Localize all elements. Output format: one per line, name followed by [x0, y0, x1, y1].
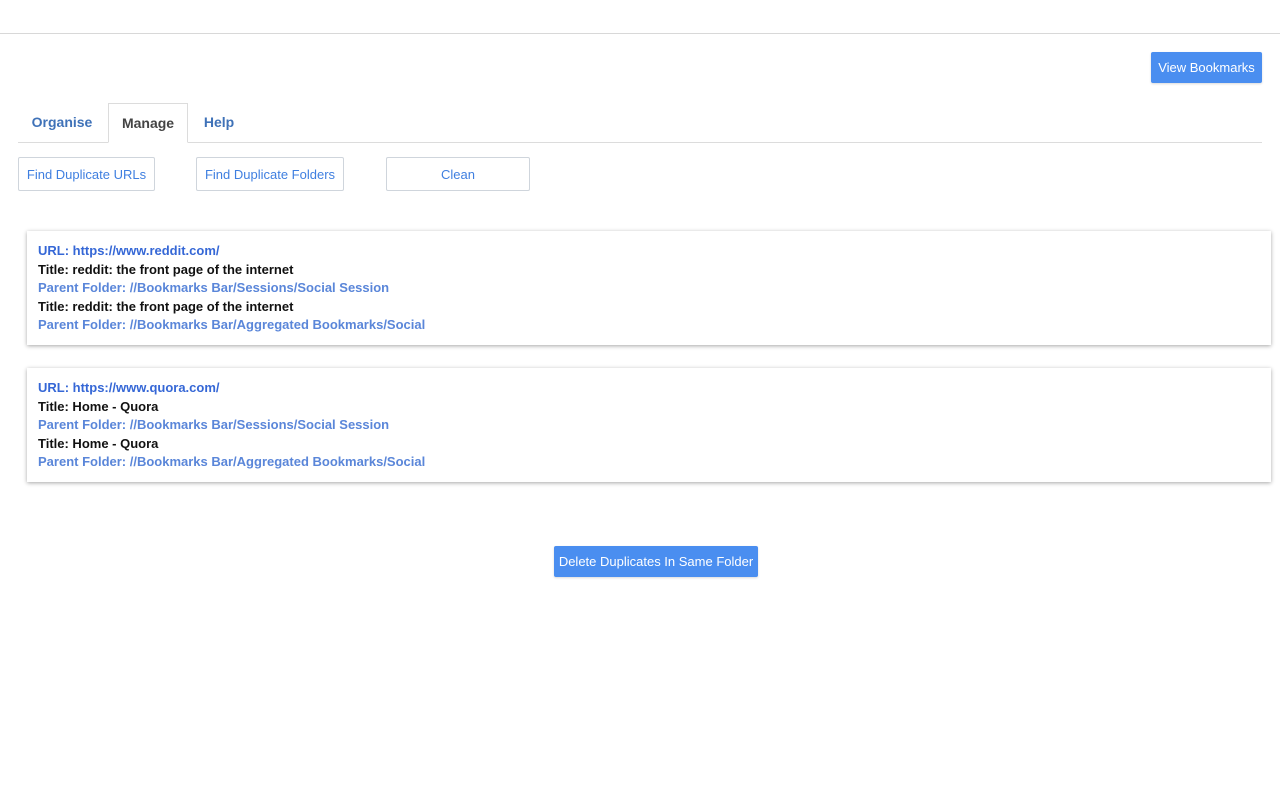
bookmark-title: Title: reddit: the front page of the int…: [38, 261, 294, 277]
tab-bar: Organise Manage Help: [18, 103, 1262, 143]
view-bookmarks-button[interactable]: View Bookmarks: [1151, 52, 1262, 83]
tab-manage[interactable]: Manage: [108, 103, 188, 143]
duplicate-card: URL: https://www.reddit.com/ Title: redd…: [27, 231, 1271, 345]
bookmark-title: Title: Home - Quora: [38, 435, 159, 451]
bookmark-title: Title: reddit: the front page of the int…: [38, 298, 294, 314]
find-duplicate-folders-button[interactable]: Find Duplicate Folders: [196, 157, 344, 191]
find-duplicate-urls-button[interactable]: Find Duplicate URLs: [18, 157, 155, 191]
top-divider: [0, 33, 1280, 34]
parent-folder: Parent Folder: //Bookmarks Bar/Sessions/…: [38, 280, 390, 296]
parent-folder: Parent Folder: //Bookmarks Bar/Sessions/…: [38, 417, 390, 433]
duplicate-url: URL: https://www.reddit.com/: [38, 243, 220, 258]
duplicate-card: URL: https://www.quora.com/ Title: Home …: [27, 368, 1271, 482]
parent-folder: Parent Folder: //Bookmarks Bar/Aggregate…: [38, 454, 426, 470]
clean-button[interactable]: Clean: [386, 157, 530, 191]
parent-folder: Parent Folder: //Bookmarks Bar/Aggregate…: [38, 317, 426, 333]
tab-help[interactable]: Help: [190, 103, 248, 142]
delete-duplicates-button[interactable]: Delete Duplicates In Same Folder: [554, 546, 758, 577]
bookmark-title: Title: Home - Quora: [38, 398, 159, 414]
duplicate-url: URL: https://www.quora.com/: [38, 380, 220, 395]
tab-organise[interactable]: Organise: [18, 103, 106, 142]
